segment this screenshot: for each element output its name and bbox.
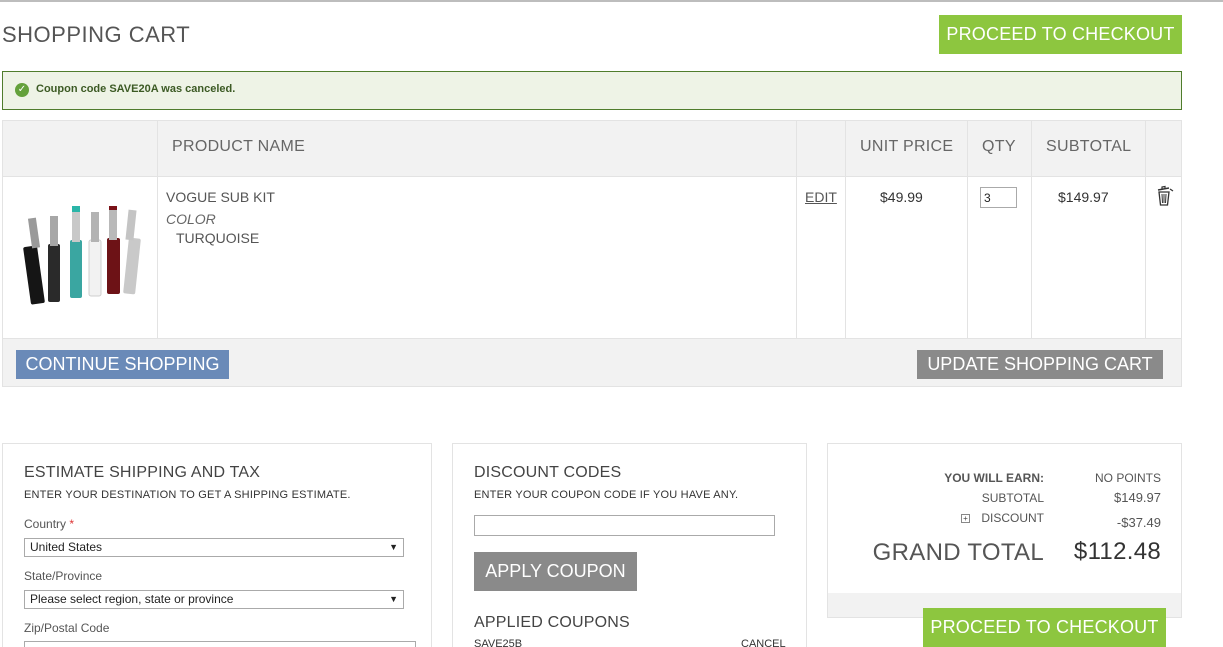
earn-points-value: NO POINTS	[1094, 471, 1161, 485]
column-divider	[967, 121, 968, 338]
trash-icon[interactable]	[1155, 185, 1175, 207]
header-product-name: PRODUCT NAME	[172, 138, 306, 155]
column-divider	[796, 121, 797, 338]
cancel-coupon-link[interactable]: CANCEL	[741, 638, 786, 647]
proceed-to-checkout-button-bottom[interactable]: PROCEED TO CHECKOUT	[923, 608, 1166, 647]
product-name[interactable]: VOGUE SUB KIT	[166, 189, 275, 205]
state-label: State/Province	[24, 569, 103, 583]
discount-value: -$37.49	[1116, 515, 1161, 530]
column-divider	[157, 121, 158, 338]
unit-price: $49.99	[880, 189, 923, 205]
product-option-value: TURQUOISE	[176, 230, 260, 246]
coupon-status-message: ✓ Coupon code SAVE20A was canceled.	[2, 71, 1182, 110]
column-divider	[1031, 121, 1032, 338]
discount-subtitle: ENTER YOUR COUPON CODE IF YOU HAVE ANY.	[474, 489, 739, 501]
page-title: SHOPPING CART	[2, 22, 191, 47]
required-marker: *	[69, 517, 75, 531]
country-select[interactable]: United States ▼	[24, 538, 404, 557]
country-label: Country *	[24, 517, 75, 531]
dropdown-arrow-icon: ▼	[389, 594, 398, 604]
quantity-input[interactable]	[980, 187, 1017, 208]
message-text: Coupon code SAVE20A was canceled.	[36, 83, 236, 95]
shipping-estimate-panel: ESTIMATE SHIPPING AND TAX ENTER YOUR DES…	[2, 443, 432, 647]
state-select[interactable]: Please select region, state or province …	[24, 590, 404, 609]
update-shopping-cart-button[interactable]: UPDATE SHOPPING CART	[917, 350, 1163, 379]
zip-label: Zip/Postal Code	[24, 621, 110, 635]
country-select-value: United States	[30, 540, 103, 554]
cart-actions-bar: CONTINUE SHOPPING UPDATE SHOPPING CART	[3, 338, 1181, 386]
discount-label: DISCOUNT	[981, 511, 1044, 525]
apply-coupon-button[interactable]: APPLY COUPON	[474, 552, 637, 591]
edit-item-link[interactable]: EDIT	[805, 189, 837, 205]
applied-coupons-title: APPLIED COUPONS	[474, 614, 630, 631]
grand-total-label: GRAND TOTAL	[872, 539, 1044, 566]
cart-table: PRODUCT NAME UNIT PRICE QTY SUBTOTAL VOG…	[2, 120, 1182, 387]
earn-points-label: YOU WILL EARN:	[944, 471, 1044, 485]
shipping-title: ESTIMATE SHIPPING AND TAX	[24, 464, 261, 481]
coupon-code-input[interactable]	[474, 515, 775, 536]
discount-title: DISCOUNT CODES	[474, 464, 622, 481]
header-unit-price: UNIT PRICE	[860, 138, 954, 155]
order-totals-panel: YOU WILL EARN: NO POINTS SUBTOTAL $149.9…	[827, 443, 1182, 618]
row-subtotal: $149.97	[1058, 189, 1109, 205]
column-divider	[845, 121, 846, 338]
subtotal-label: SUBTOTAL	[981, 491, 1044, 505]
dropdown-arrow-icon: ▼	[389, 542, 398, 552]
header-subtotal: SUBTOTAL	[1046, 138, 1132, 155]
column-divider	[1145, 121, 1146, 338]
discount-codes-panel: DISCOUNT CODES ENTER YOUR COUPON CODE IF…	[452, 443, 807, 647]
grand-total-value: $112.48	[1073, 538, 1161, 565]
top-divider	[0, 0, 1223, 2]
zip-input[interactable]	[24, 641, 416, 647]
product-option-label: COLOR	[166, 211, 216, 227]
state-select-value: Please select region, state or province	[30, 592, 234, 606]
product-image[interactable]	[21, 206, 141, 306]
proceed-to-checkout-button[interactable]: PROCEED TO CHECKOUT	[939, 15, 1182, 54]
expand-discount-icon[interactable]: +	[961, 514, 970, 523]
header-qty: QTY	[982, 138, 1016, 155]
applied-coupon-code: SAVE25B	[474, 638, 523, 647]
check-circle-icon: ✓	[15, 83, 29, 97]
shipping-subtitle: ENTER YOUR DESTINATION TO GET A SHIPPING…	[24, 489, 351, 501]
continue-shopping-button[interactable]: CONTINUE SHOPPING	[16, 350, 229, 379]
subtotal-value: $149.97	[1114, 490, 1161, 505]
